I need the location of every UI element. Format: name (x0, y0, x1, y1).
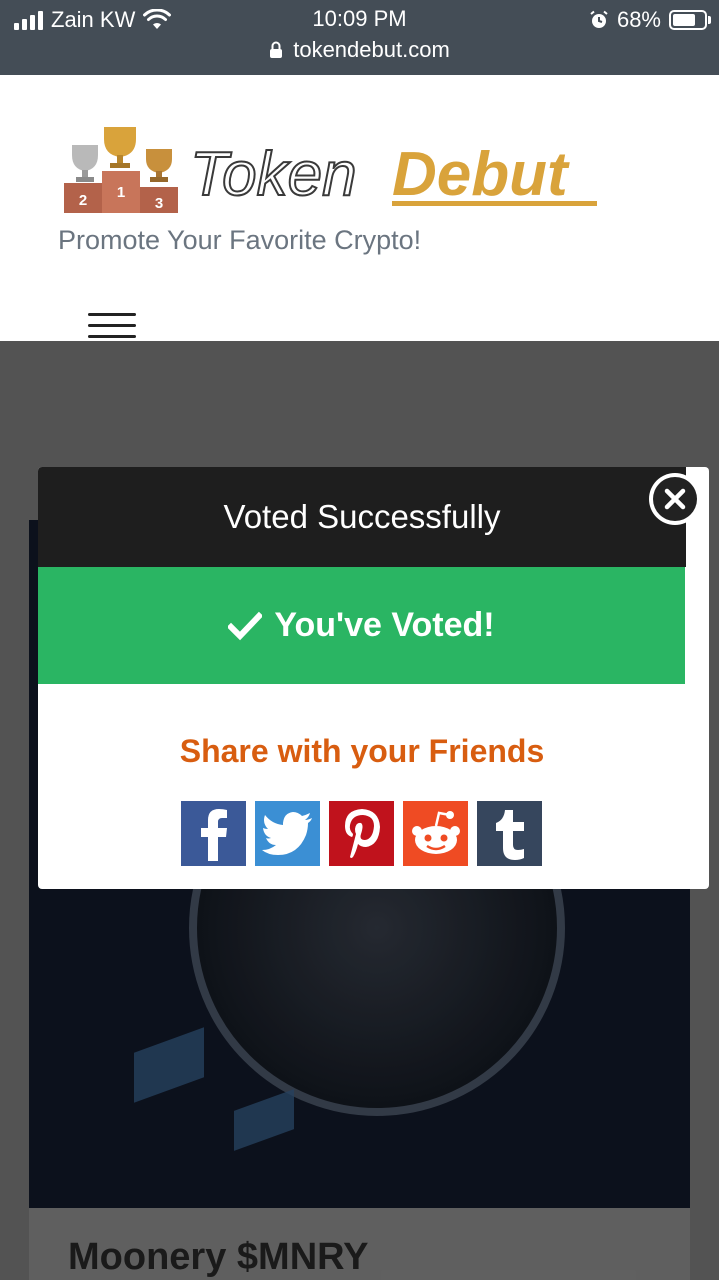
lock-icon (270, 41, 283, 58)
facebook-share-button[interactable] (181, 801, 246, 866)
vote-success-modal: Voted Successfully You've Voted! Share w… (38, 467, 709, 889)
success-banner: You've Voted! (38, 567, 685, 684)
share-title: Share with your Friends (179, 733, 545, 769)
close-icon (664, 488, 686, 510)
twitter-share-button[interactable] (255, 801, 320, 866)
site-header: 2 1 3 Token Debut Promote Your Favorite … (0, 75, 719, 341)
url-text: tokendebut.com (293, 37, 450, 62)
status-bar: Zain KW 10:09 PM 68% tokendebut.com (0, 0, 719, 75)
facebook-icon (200, 808, 227, 861)
battery-percent: 68% (616, 7, 661, 32)
pinterest-icon (344, 808, 380, 858)
logo-word-debut: Debut (392, 140, 570, 209)
twitter-icon (261, 811, 312, 855)
battery-icon (669, 10, 711, 30)
pinterest-share-button[interactable] (329, 801, 394, 866)
logo-word-token: Token (190, 140, 357, 209)
modal-title-text: Voted Successfully (223, 498, 501, 535)
alarm-icon (590, 10, 608, 28)
site-tagline: Promote Your Favorite Crypto! (58, 225, 422, 255)
tumblr-share-button[interactable] (477, 801, 542, 866)
podium-third: 3 (155, 195, 163, 212)
reddit-share-button[interactable] (403, 801, 468, 866)
podium-second: 2 (79, 192, 87, 209)
token-title[interactable]: Moonery $MNRY (68, 1236, 369, 1279)
address-bar[interactable]: tokendebut.com (0, 37, 719, 63)
site-logo[interactable]: 2 1 3 Token Debut (62, 125, 622, 215)
modal-title: Voted Successfully (38, 467, 686, 567)
close-modal-button[interactable] (649, 473, 701, 525)
podium-first: 1 (117, 184, 125, 201)
tumblr-icon (495, 809, 524, 860)
menu-icon[interactable] (88, 313, 136, 341)
reddit-icon (411, 810, 460, 854)
success-message: You've Voted! (274, 606, 495, 644)
share-buttons (181, 801, 542, 866)
checkmark-icon (228, 611, 263, 640)
